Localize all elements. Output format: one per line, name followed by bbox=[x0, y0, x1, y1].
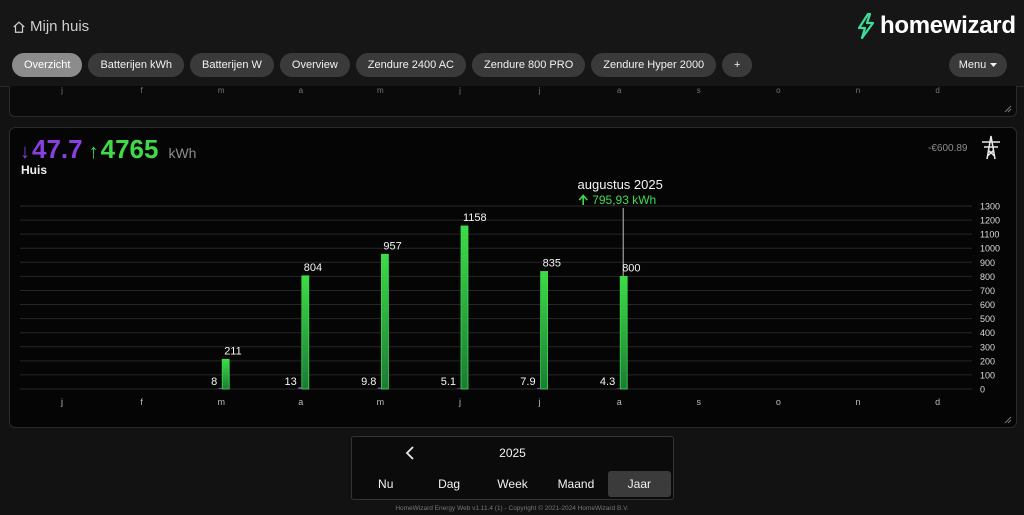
previous-chart-tick: a bbox=[298, 86, 304, 95]
homewizard-logo: homewizard bbox=[856, 12, 1016, 40]
period-jaar[interactable]: Jaar bbox=[607, 471, 672, 497]
home-link[interactable]: Mijn huis bbox=[12, 18, 89, 35]
previous-chart-tick: d bbox=[935, 86, 940, 95]
period-nu[interactable]: Nu bbox=[354, 471, 417, 497]
y-tick-label: 600 bbox=[980, 300, 995, 310]
home-title: Mijn huis bbox=[30, 18, 90, 35]
export-data-label: 1158 bbox=[463, 212, 487, 224]
period-dag[interactable]: Dag bbox=[417, 471, 480, 497]
previous-chart-tick: m bbox=[377, 86, 384, 95]
import-bar bbox=[377, 387, 381, 389]
tab-overzicht[interactable]: Overzicht bbox=[12, 53, 83, 77]
previous-chart-tick: m bbox=[217, 86, 225, 95]
resize-icon[interactable] bbox=[1004, 105, 1012, 113]
caret-down-icon bbox=[990, 62, 998, 67]
y-tick-label: 0 bbox=[980, 385, 985, 395]
tab-overview[interactable]: Overview bbox=[279, 53, 350, 77]
export-data-label: 957 bbox=[383, 240, 401, 252]
import-data-label: 4.3 bbox=[600, 376, 615, 388]
previous-chart-tick: o bbox=[776, 86, 781, 95]
brand-name: homewizard bbox=[880, 12, 1016, 39]
x-tick-label: j bbox=[458, 397, 461, 407]
current-year: 2025 bbox=[499, 446, 526, 460]
footer-copyright: HomeWizard Energy Web v1.11.4 (1) - Copy… bbox=[395, 505, 629, 512]
y-tick-label: 1100 bbox=[980, 230, 999, 240]
energy-bar-chart[interactable]: 0 100 200 300 400 500 600 700 800 900 1000 1100 1200… bbox=[10, 128, 1016, 427]
y-tick-label: 200 bbox=[980, 356, 995, 366]
import-bar bbox=[457, 388, 461, 389]
top-bar: Mijn huis homewizard Overzicht Batterijen… bbox=[0, 0, 1024, 87]
tooltip-value: 795,93 kWh bbox=[592, 193, 656, 207]
x-tick-label: m bbox=[377, 397, 385, 407]
y-tick-label: 1200 bbox=[980, 216, 1000, 226]
previous-chart-tick: a bbox=[616, 86, 622, 95]
tab-zendure-hyper-2000[interactable]: Zendure Hyper 2000 bbox=[591, 53, 717, 77]
tab-zendure-800-pro[interactable]: Zendure 800 PRO bbox=[472, 53, 586, 77]
x-tick-label: j bbox=[538, 397, 541, 407]
y-tick-label: 300 bbox=[980, 342, 995, 352]
homewizard-bolt-icon bbox=[857, 13, 875, 39]
tooltip-title: augustus 2025 bbox=[578, 177, 663, 192]
y-tick-label: 700 bbox=[980, 286, 995, 296]
tab-zendure-2400-ac[interactable]: Zendure 2400 AC bbox=[355, 53, 466, 77]
import-bar bbox=[616, 388, 620, 389]
previous-chart-card: jfmamjjasond bbox=[9, 86, 1017, 117]
y-tick-label: 100 bbox=[980, 370, 995, 380]
tooltip-export-arrow-icon bbox=[578, 194, 588, 205]
y-tick-label: 1300 bbox=[980, 202, 1000, 212]
home-icon bbox=[13, 20, 25, 33]
export-data-label: 800 bbox=[622, 262, 640, 274]
import-data-label: 7.9 bbox=[520, 376, 535, 388]
previous-chart-tick: j bbox=[459, 86, 461, 95]
y-tick-label: 900 bbox=[980, 258, 995, 268]
x-tick-label: n bbox=[855, 397, 860, 407]
x-tick-label: m bbox=[217, 397, 225, 407]
previous-chart-ticks: jfmamjjasond bbox=[10, 86, 1016, 96]
export-bar bbox=[460, 225, 469, 390]
export-data-label: 835 bbox=[543, 257, 561, 269]
x-tick-label: a bbox=[617, 397, 622, 407]
previous-chart-tick: f bbox=[140, 86, 143, 95]
previous-chart-tick: n bbox=[855, 86, 861, 95]
x-tick-label: s bbox=[697, 397, 702, 407]
x-tick-label: d bbox=[935, 397, 940, 407]
previous-chart-tick: j bbox=[61, 86, 63, 95]
export-bar bbox=[301, 275, 310, 390]
period-tabs: Nu Dag Week Maand Jaar bbox=[354, 471, 672, 497]
y-tick-label: 800 bbox=[980, 272, 995, 282]
add-tab-button[interactable]: + bbox=[722, 53, 753, 77]
export-data-label: 804 bbox=[304, 262, 322, 274]
x-tick-label: a bbox=[298, 397, 303, 407]
import-bar bbox=[218, 387, 222, 389]
x-tick-label: f bbox=[140, 397, 143, 407]
import-data-label: 9.8 bbox=[361, 376, 376, 388]
previous-chart-tick: s bbox=[696, 86, 701, 95]
import-data-label: 5.1 bbox=[441, 376, 456, 388]
export-data-label: 211 bbox=[224, 345, 242, 357]
y-tick-label: 500 bbox=[980, 314, 995, 324]
import-data-label: 8 bbox=[211, 376, 217, 388]
energy-card: ↓ 47.7 ↑ 4765 kWh Huis -€600.89 0 100 200 3… bbox=[9, 127, 1017, 428]
export-bar bbox=[221, 358, 230, 390]
tab-bar: Overzicht Batterijen kWh Batterijen W Overv… bbox=[12, 53, 753, 77]
tab-batterijen-kwh[interactable]: Batterijen kWh bbox=[88, 53, 184, 77]
period-week[interactable]: Week bbox=[481, 471, 544, 497]
y-tick-label: 1000 bbox=[980, 244, 1000, 254]
import-bar bbox=[537, 387, 541, 389]
resize-icon[interactable] bbox=[1004, 416, 1012, 424]
period-maand[interactable]: Maand bbox=[544, 471, 607, 497]
menu-label: Menu bbox=[958, 59, 987, 71]
export-bar bbox=[380, 253, 389, 390]
export-bar bbox=[619, 275, 628, 390]
period-navigator: 2025 Nu Dag Week Maand Jaar bbox=[351, 436, 674, 500]
x-tick-label: j bbox=[60, 397, 63, 407]
previous-chart-tick: j bbox=[538, 86, 541, 95]
menu-button[interactable]: Menu bbox=[949, 53, 1007, 77]
x-tick-label: o bbox=[776, 397, 781, 407]
y-tick-label: 400 bbox=[980, 328, 995, 338]
import-data-label: 13 bbox=[285, 376, 297, 388]
tab-batterijen-w[interactable]: Batterijen W bbox=[190, 53, 274, 77]
export-bar bbox=[540, 271, 548, 390]
import-bar bbox=[298, 387, 302, 389]
